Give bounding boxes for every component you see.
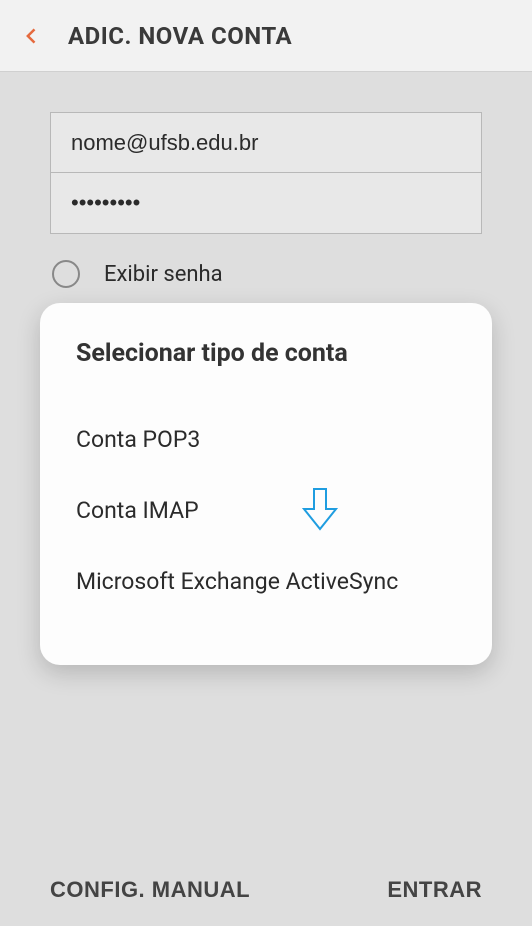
dialog-title: Selecionar tipo de conta <box>76 339 456 368</box>
show-password-row[interactable]: Exibir senha <box>50 260 482 288</box>
bottom-bar: CONFIG. MANUAL ENTRAR <box>0 854 532 926</box>
app-header: ADIC. NOVA CONTA <box>0 0 532 72</box>
show-password-label: Exibir senha <box>104 262 223 287</box>
input-group <box>50 112 482 234</box>
enter-button[interactable]: ENTRAR <box>387 877 482 903</box>
radio-icon[interactable] <box>52 260 80 288</box>
account-type-dialog: Selecionar tipo de conta Conta POP3 Cont… <box>40 303 492 665</box>
option-pop3[interactable]: Conta POP3 <box>76 404 456 475</box>
page-title: ADIC. NOVA CONTA <box>68 22 292 50</box>
form-area: Exibir senha <box>0 72 532 288</box>
password-field[interactable] <box>51 173 481 233</box>
option-exchange[interactable]: Microsoft Exchange ActiveSync <box>76 546 456 617</box>
email-field[interactable] <box>51 113 481 173</box>
arrow-down-icon <box>300 485 340 533</box>
option-imap[interactable]: Conta IMAP <box>76 475 456 546</box>
manual-config-button[interactable]: CONFIG. MANUAL <box>50 877 250 903</box>
back-icon[interactable] <box>20 24 44 48</box>
